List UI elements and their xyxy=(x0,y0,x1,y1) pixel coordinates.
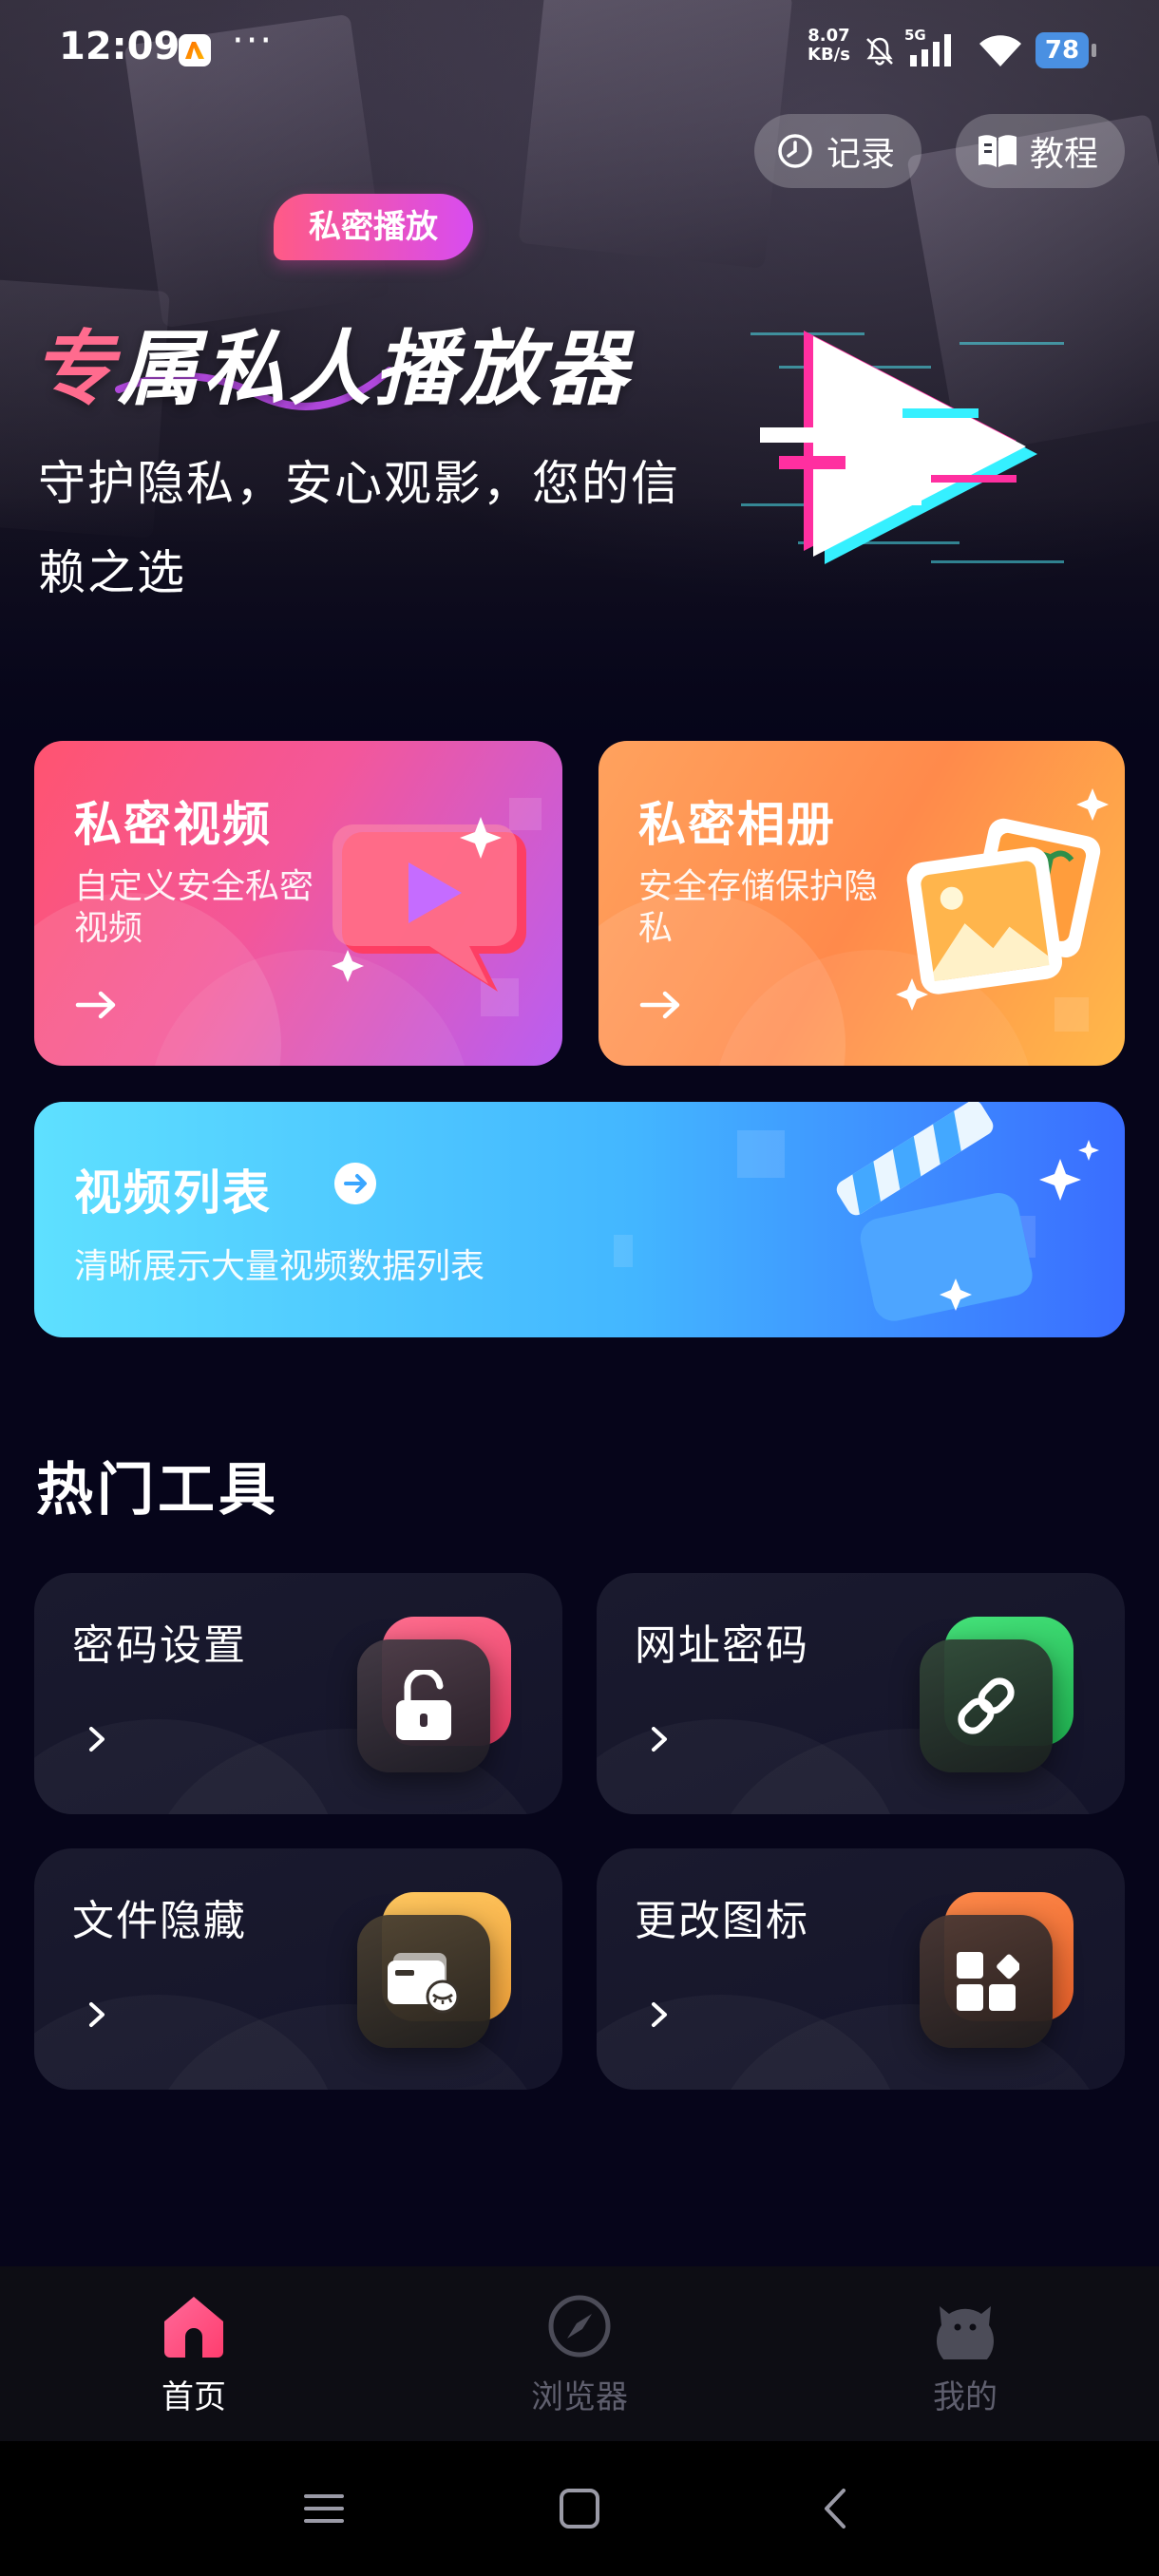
card-decoration xyxy=(614,1235,633,1267)
chevron-right-icon xyxy=(652,1727,667,1752)
photo-album-icon xyxy=(896,788,1109,1011)
book-icon xyxy=(978,135,1016,167)
arrow-circle-right-icon xyxy=(334,1163,376,1204)
battery-level: 78 xyxy=(1036,32,1096,68)
status-time: 12:09 xyxy=(59,25,180,68)
tool-password-settings[interactable]: 密码设置 xyxy=(34,1573,562,1814)
hero-title-rest: 属私人播放器 xyxy=(118,322,631,417)
private-album-desc: 安全存储保护隐私 xyxy=(638,867,879,948)
home-square-icon[interactable] xyxy=(556,2485,603,2532)
nav-browser-label: 浏览器 xyxy=(531,2378,628,2416)
status-bar: 12:09 ··· 8.07 KB/s 5G 78 xyxy=(0,0,1159,104)
signal-5g-icon: 5G xyxy=(904,27,951,66)
arrow-right-icon xyxy=(639,991,680,1019)
video-list-desc: 清晰展示大量视频数据列表 xyxy=(74,1247,485,1286)
hero-banner: 12:09 ··· 8.07 KB/s 5G 78 记录 教程 私密播放 专属私… xyxy=(0,0,1159,741)
clapperboard-icon xyxy=(836,1102,1099,1321)
notification-app-icon xyxy=(179,34,211,66)
bottom-nav: 首页 浏览器 我的 xyxy=(0,2266,1159,2441)
arrow-right-icon xyxy=(75,991,116,1019)
network-speed-value: 8.07 xyxy=(808,26,850,46)
private-video-title: 私密视频 xyxy=(74,797,272,852)
apps-icon xyxy=(957,1952,1019,2011)
app-screen: 12:09 ··· 8.07 KB/s 5G 78 记录 教程 私密播放 专属私… xyxy=(0,0,1159,2576)
tool-icon-tile xyxy=(357,1915,490,2048)
video-bubble-icon xyxy=(332,817,526,992)
back-icon[interactable] xyxy=(813,2485,861,2532)
tool-label: 更改图标 xyxy=(635,1897,809,1945)
hero-subtitle: 守护隐私，安心观影，您的信赖之选 xyxy=(38,456,680,600)
tool-label: 文件隐藏 xyxy=(72,1897,247,1945)
private-album-card[interactable]: 私密相册 安全存储保护隐私 xyxy=(598,741,1125,1066)
home-icon xyxy=(164,2297,223,2358)
nav-browser[interactable]: 浏览器 xyxy=(475,2293,684,2417)
chevron-right-icon xyxy=(89,1727,104,1752)
menu-icon[interactable] xyxy=(300,2485,348,2532)
tool-icon-tile xyxy=(357,1639,490,1772)
tool-icon-tile xyxy=(920,1639,1053,1772)
card-decoration xyxy=(737,1130,785,1178)
bell-muted-icon xyxy=(866,37,893,66)
link-icon xyxy=(958,1677,1015,1734)
nav-home-label: 首页 xyxy=(162,2378,226,2416)
hero-title: 专属私人播放器 xyxy=(32,302,631,421)
tool-file-hide[interactable]: 文件隐藏 xyxy=(34,1848,562,2090)
tool-url-password[interactable]: 网址密码 xyxy=(597,1573,1125,1814)
system-navigation-bar xyxy=(0,2441,1159,2576)
play-glitch-icon xyxy=(741,331,1064,564)
private-album-title: 私密相册 xyxy=(638,797,836,852)
tool-label: 网址密码 xyxy=(635,1621,809,1670)
history-clock-icon xyxy=(778,134,812,168)
private-video-desc: 自定义安全私密视频 xyxy=(74,867,314,948)
network-speed: 8.07 KB/s xyxy=(808,27,850,65)
tutorial-label: 教程 xyxy=(1030,135,1099,174)
lock-icon xyxy=(396,1670,451,1740)
status-more-dots: ··· xyxy=(232,19,275,63)
compass-icon xyxy=(548,2295,611,2358)
hero-tag: 私密播放 xyxy=(274,194,473,260)
profile-icon xyxy=(937,2306,994,2359)
video-list-title: 视频列表 xyxy=(74,1165,272,1221)
private-video-card[interactable]: 私密视频 自定义安全私密视频 xyxy=(34,741,562,1066)
chevron-right-icon xyxy=(652,2002,667,2027)
tool-change-icon[interactable]: 更改图标 xyxy=(597,1848,1125,2090)
network-speed-unit: KB/s xyxy=(808,45,850,65)
tool-icon-tile xyxy=(920,1915,1053,2048)
record-label: 记录 xyxy=(826,135,896,174)
hero-title-first-char: 专 xyxy=(32,322,118,417)
tool-label: 密码设置 xyxy=(72,1621,247,1670)
chevron-right-icon xyxy=(89,2002,104,2027)
record-button[interactable]: 记录 xyxy=(754,114,922,188)
tutorial-button[interactable]: 教程 xyxy=(956,114,1125,188)
nav-mine[interactable]: 我的 xyxy=(861,2293,1070,2417)
wifi-icon xyxy=(979,35,1021,66)
network-type: 5G xyxy=(904,27,926,44)
nav-home[interactable]: 首页 xyxy=(89,2293,298,2417)
hidden-file-icon xyxy=(388,1953,460,2014)
hot-tools-title: 热门工具 xyxy=(36,1457,279,1524)
nav-mine-label: 我的 xyxy=(933,2378,998,2416)
video-list-card[interactable]: 视频列表 清晰展示大量视频数据列表 xyxy=(34,1102,1125,1337)
